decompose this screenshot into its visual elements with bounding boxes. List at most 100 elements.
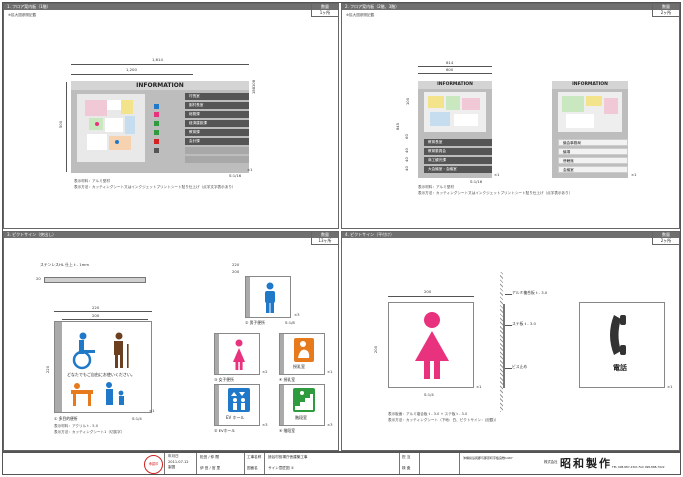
dim-left: 100: [405, 97, 411, 106]
dim-200: 200: [232, 269, 240, 274]
spec-material: 表示材料：アルミ型材: [418, 185, 454, 189]
sign-text: 授乳室: [293, 364, 305, 369]
dim-220: 220: [232, 262, 240, 267]
room-row: 大会議室・会議室: [424, 166, 492, 173]
room-row: 教育委員会: [424, 148, 492, 155]
phone-icon: [154, 121, 159, 126]
scale-label: S:1/8: [285, 320, 295, 325]
floor-map-graphic: [562, 96, 618, 128]
elevator-icon: [154, 139, 159, 144]
multipurpose-restroom-sign: どなたでもご自由にお使いください。: [54, 321, 152, 413]
dim-inner: 600: [446, 67, 454, 72]
quantity-mark: ×3: [327, 422, 333, 427]
sign-label: ⑥ 階段室: [279, 428, 296, 433]
dim-height: 500: [58, 120, 64, 129]
sign-label: ④ 授乳室: [279, 377, 296, 382]
accessible-icons: [72, 332, 129, 370]
room-row: 議会事務局: [558, 139, 628, 146]
rail-dim: 20: [36, 276, 41, 281]
scale-note: ※拡大図参照記載: [346, 13, 375, 17]
room-row: 会議室: [558, 166, 628, 173]
company-phone: TEL 098-887-2301 FAX 098-888-7922: [612, 465, 665, 469]
blank-row: [185, 156, 249, 163]
dim-line-inner: [418, 73, 492, 74]
section-title: 2. フロア案内板（2階、3階）: [342, 4, 679, 10]
parent-child-icon: [106, 382, 124, 405]
room-row: 傍聴席: [558, 157, 628, 164]
date-label: 年月日: [168, 454, 179, 458]
womens-restroom-flat-sign: [388, 302, 474, 388]
company-address: 沖縄県島尻郡与那原町字板良敷1467: [463, 456, 513, 460]
quantity-box: 数量 2ヶ所: [652, 232, 679, 245]
dim-left: 40: [403, 166, 409, 171]
phone-icon: [610, 315, 626, 355]
sign-text: EV ホール: [226, 415, 245, 420]
sign-caption: どなたでもご自由にお使いください。: [67, 372, 135, 377]
dim-line-total: [418, 66, 492, 67]
dept-row: 教育課: [185, 129, 249, 136]
rail-bar: [44, 277, 146, 283]
panel-title: INFORMATION: [552, 81, 628, 89]
dim-side-b: 188: [251, 86, 257, 95]
quadrant-pict-projecting: 3. ピクトサイン（突出し） 数量 13ヶ所 ステンレスHL 仕上 t - 1m…: [3, 231, 339, 451]
dim-side: 220: [45, 365, 51, 374]
stairs-icon: [154, 130, 159, 135]
quadrant-floor-guide-2f3f: 2. フロア案内板（2階、3階） 数量 2ヶ所 ※拡大図参照記載 614 600…: [341, 3, 680, 229]
mens-restroom-sign: [245, 276, 291, 318]
floor-map: [77, 94, 145, 162]
room-row: 議場: [558, 148, 628, 155]
callout-stay: ステ板 t - 3.0: [512, 321, 536, 326]
dim-220: 220: [92, 305, 100, 310]
dept-row: 会計課: [185, 138, 249, 145]
scale-label: S:1/16: [229, 173, 242, 178]
dim-200: 200: [92, 313, 100, 318]
floor-map-2f: [424, 92, 486, 132]
elevator-icon: [228, 388, 250, 412]
dim-line: [388, 296, 474, 297]
scale-note: ※拡大図参照記載: [8, 13, 37, 17]
family-icons: [71, 382, 124, 406]
checker-names: 松田 / 仲 間: [200, 455, 220, 459]
wheelchair-icon: [154, 104, 159, 109]
callout-line: [505, 294, 512, 295]
callout-plate: アルミ複合板 t - 3.0: [512, 290, 548, 295]
quantity-mark: ×3: [262, 422, 268, 427]
quantity-mark: ×1: [247, 167, 253, 172]
sign-edge: [246, 277, 250, 317]
nursing-icon: [294, 338, 314, 362]
quantity-mark: ×3: [294, 312, 300, 317]
drafter-label: 製図: [168, 465, 176, 469]
nursing-room-sign: 授乳室: [279, 333, 325, 375]
spec-method: 表示方法：カッティングシート又はインクジェットプリントシート貼り仕上げ（点字文字…: [74, 185, 236, 189]
quantity-mark: ×1: [149, 408, 155, 413]
dim-inner: 1,200: [126, 67, 137, 72]
quadrant-pict-flat: 4. ピクトサイン（平付け） 数量 2ヶ所 200 200 S:1/4 ×1 ア…: [341, 231, 680, 451]
room-row: 商工観光課: [424, 157, 492, 164]
stairs-sign: 階段室: [279, 384, 325, 426]
dim-height: 845: [395, 122, 401, 131]
quantity-box: 数量 1ヶ所: [311, 4, 338, 17]
project-label: 工事名称: [247, 455, 262, 459]
dim-line-height: [66, 82, 67, 172]
dim-line: [62, 319, 148, 320]
company-prefix: 株式会社: [544, 460, 558, 464]
spec-method: 表示方法：カッティングシート（下地：白、ピクトサイン：(記載)）: [388, 418, 499, 422]
dim-line-inner: [71, 74, 193, 75]
spec-material: 表示材料：アルミ型材: [74, 179, 110, 183]
drafter-names: 伊 田 / 宮 里: [200, 466, 221, 470]
drawing-name: サイン意匠図 ①: [268, 466, 294, 470]
female-icon: [233, 339, 245, 370]
section-title: 4. ピクトサイン（平付け）: [342, 232, 679, 238]
spec-material: 表示材料：アクリル t - 5.0: [54, 424, 99, 428]
sign-label: ② 男子便所: [245, 320, 265, 325]
dept-row: 総務課: [185, 111, 249, 118]
company-name: 昭和製作: [560, 457, 612, 470]
scale-label: S:1/4: [132, 416, 142, 421]
dim-left: 60: [403, 134, 409, 139]
scale-label: S:1/4: [424, 392, 434, 397]
dim-line: [54, 311, 152, 312]
approval-stamp: 承認印: [144, 455, 163, 474]
quantity-mark: ×2: [262, 369, 268, 374]
stairs-icon: [293, 388, 315, 412]
dim-left: 40: [403, 157, 409, 162]
